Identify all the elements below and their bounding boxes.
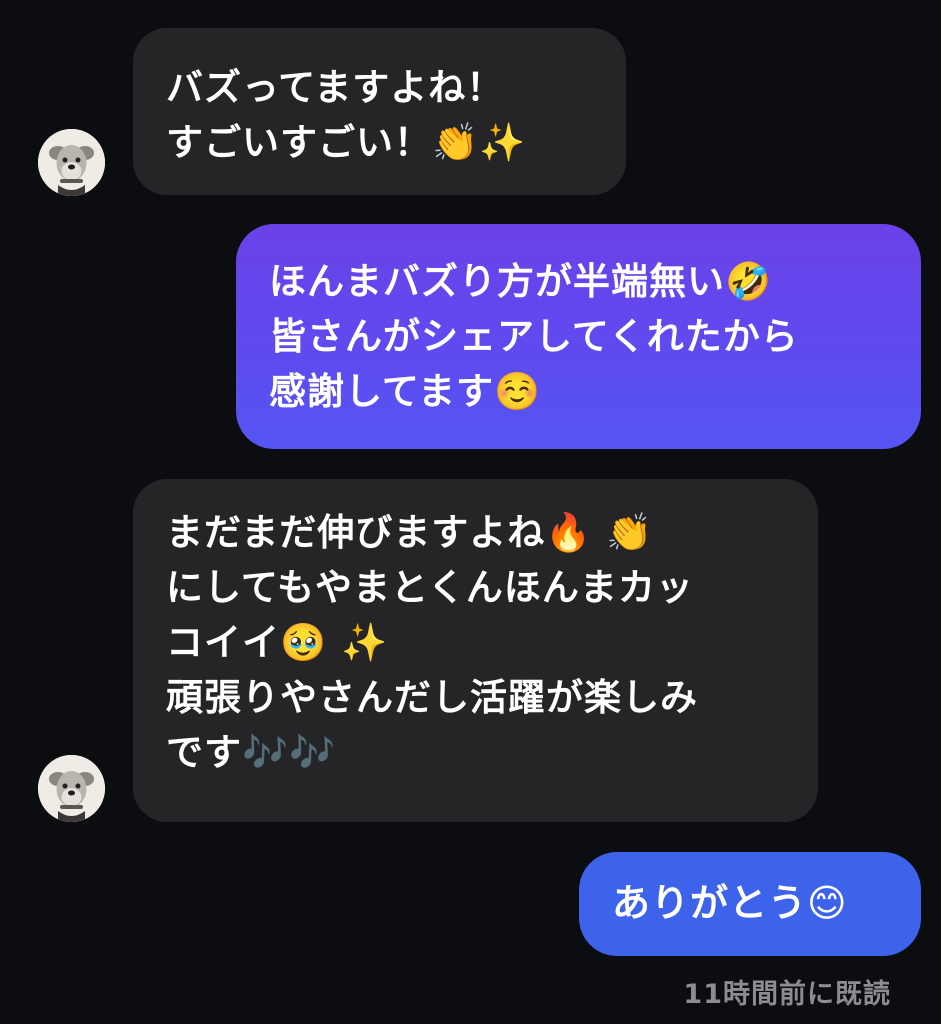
message-line: 感謝してます☺️ xyxy=(269,370,542,413)
message-bubble-outgoing[interactable]: ほんまバズり方が半端無い🤣 皆さんがシェアしてくれたから 感謝してます☺️ xyxy=(236,224,921,449)
message-line: バズってますよね！ xyxy=(166,66,505,109)
message-line: にしてもやまとくんほんまカッ xyxy=(166,566,694,609)
message-line: です🎶🎶 xyxy=(166,731,337,774)
message-line: 皆さんがシェアしてくれたから xyxy=(269,315,799,358)
message-bubble-incoming[interactable]: まだまだ伸びますよね🔥 👏 にしてもやまとくんほんまカッ コイイ🥹 ✨ 頑張りや… xyxy=(133,479,818,822)
dog-avatar-icon xyxy=(38,755,105,822)
message-line: まだまだ伸びますよね🔥 👏 xyxy=(166,511,654,554)
message-line: すごいすごい！👏✨ xyxy=(166,121,527,164)
message-bubble-outgoing[interactable]: ありがとう😊 xyxy=(579,852,921,956)
message-line: ほんまバズり方が半端無い🤣 xyxy=(269,260,773,303)
message-line: ありがとう😊 xyxy=(612,881,848,925)
message-bubble-incoming[interactable]: バズってますよね！ すごいすごい！👏✨ xyxy=(133,28,626,195)
sender-avatar[interactable] xyxy=(38,755,105,822)
message-line: コイイ🥹 ✨ xyxy=(166,621,389,664)
read-receipt: 11時間前に既読 xyxy=(683,979,891,1010)
message-line: 頑張りやさんだし活躍が楽しみ xyxy=(166,676,698,719)
sender-avatar[interactable] xyxy=(38,129,105,196)
dog-avatar-icon xyxy=(38,129,105,196)
